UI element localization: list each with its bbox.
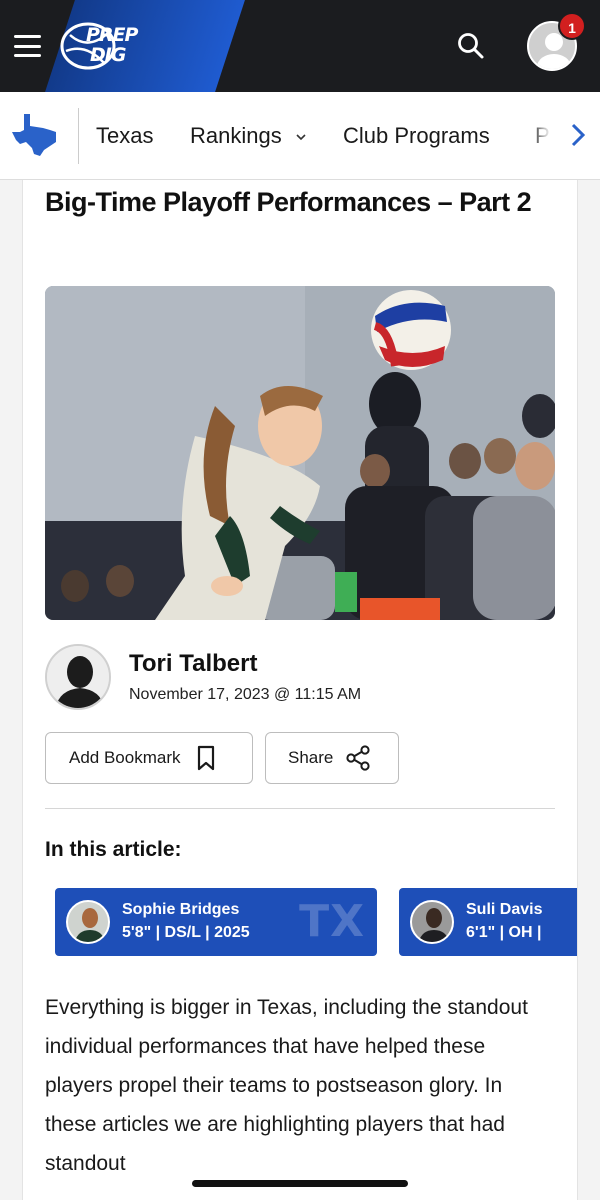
add-bookmark-label: Add Bookmark	[69, 748, 181, 767]
player-meta: 5'8" | DS/L | 2025	[122, 924, 250, 941]
player-name: Sophie Bridges	[122, 901, 240, 918]
home-indicator[interactable]	[192, 1180, 408, 1187]
nav-divider	[78, 108, 79, 164]
state-nav: Texas Rankings Club Programs Pr	[0, 92, 600, 180]
prepdig-logo[interactable]: PREP DIG	[60, 21, 150, 71]
nav-item-rankings[interactable]: Rankings	[190, 123, 306, 149]
author-avatar[interactable]	[45, 644, 111, 710]
nav-item-rankings-label: Rankings	[190, 123, 282, 148]
player-card[interactable]: Suli Davis 6'1" | OH |	[399, 888, 577, 956]
chevron-down-icon	[296, 134, 306, 141]
author-name[interactable]: Tori Talbert	[129, 650, 257, 678]
player-state-watermark: TX	[299, 896, 365, 947]
player-card[interactable]: Sophie Bridges 5'8" | DS/L | 2025 TX	[55, 888, 377, 956]
in-this-article-heading: In this article:	[45, 838, 182, 861]
logo-text-dig: DIG	[90, 44, 126, 66]
article-hero-image[interactable]	[45, 286, 555, 620]
article-card: Big-Time Playoff Performances – Part 2 T…	[22, 180, 578, 1200]
nav-item-texas[interactable]: Texas	[96, 123, 153, 149]
add-bookmark-button[interactable]: Add Bookmark	[45, 732, 253, 784]
player-avatar	[66, 900, 110, 944]
bookmark-icon	[197, 745, 214, 771]
texas-map-icon[interactable]	[10, 112, 58, 158]
article-body: Everything is bigger in Texas, including…	[45, 996, 528, 1175]
player-name: Suli Davis	[466, 901, 543, 918]
search-icon[interactable]	[456, 31, 486, 61]
share-label: Share	[288, 748, 334, 767]
nav-item-club-programs[interactable]: Club Programs	[343, 123, 490, 149]
player-avatar	[410, 900, 454, 944]
chevron-right-icon[interactable]	[570, 122, 586, 148]
share-icon	[346, 745, 370, 771]
notification-badge[interactable]: 1	[558, 12, 586, 40]
player-meta: 6'1" | OH |	[466, 924, 542, 941]
hamburger-icon[interactable]	[14, 35, 41, 57]
logo-text-prep: PREP	[86, 24, 138, 46]
section-divider	[45, 808, 555, 809]
top-bar: PREP DIG 1	[0, 0, 600, 92]
share-button[interactable]: Share	[265, 732, 399, 784]
article-title: Big-Time Playoff Performances – Part 2	[45, 187, 532, 217]
publish-date: November 17, 2023 @ 11:15 AM	[129, 686, 362, 703]
